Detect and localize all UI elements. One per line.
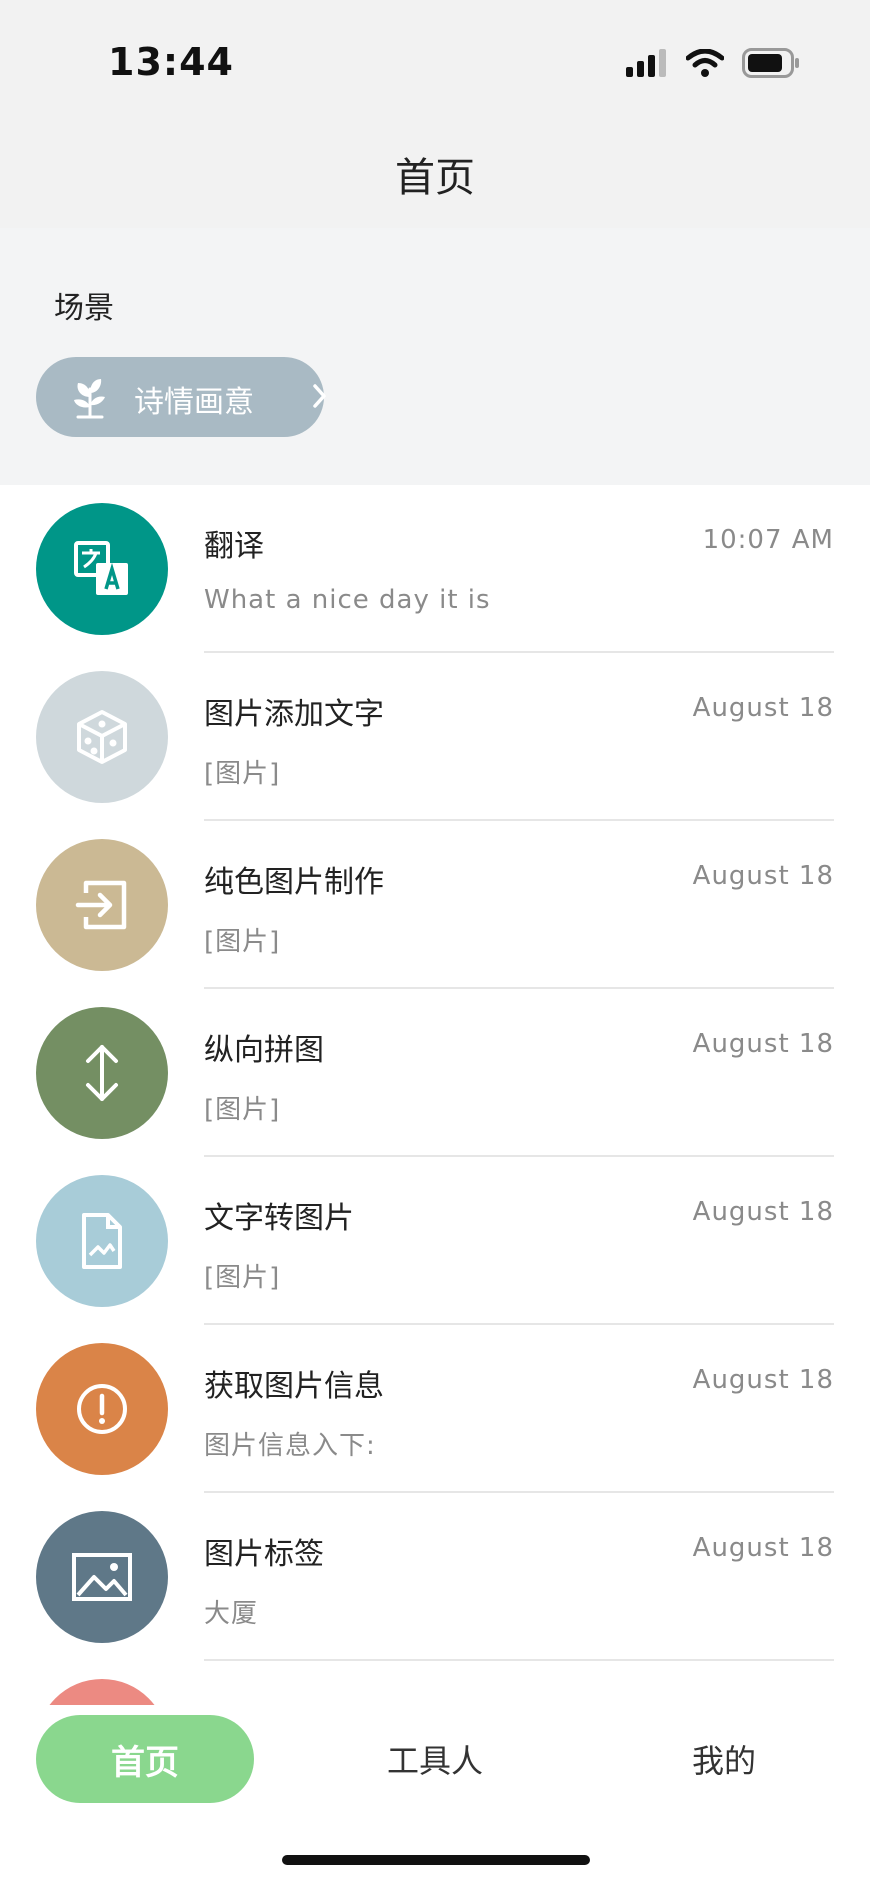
image-file-icon [82,1213,122,1269]
home-indicator [282,1855,590,1865]
list-item-title: 文字转图片 [204,1201,354,1236]
list-item-time: 10:07 AM [702,525,834,555]
page-title: 首页 [395,155,475,201]
scene-label: 场景 [54,291,114,326]
list-item-time: August 18 [692,861,834,891]
list-item-time: August 18 [692,1365,834,1395]
status-bar: 13:44 [0,0,870,120]
list-item-title: 图片添加文字 [204,697,384,732]
avatar [36,839,168,971]
scene-chip-label: 诗情画意 [134,385,254,420]
list-item-subtitle: 大厦 [204,1599,259,1629]
list-item-subtitle: 图片信息入下: [204,1431,376,1461]
wifi-icon [686,49,724,77]
battery-icon [742,48,799,78]
list-item-time: August 18 [692,1533,834,1563]
list-item-vertical-puzzle[interactable]: 纵向拼图 August 18 [图片] [0,989,870,1157]
translate-icon [74,541,128,595]
tab-mine[interactable]: 我的 [634,1715,814,1803]
vertical-arrows-icon [86,1045,118,1101]
list-item-subtitle: [图片] [204,759,281,789]
list-item-translate[interactable]: 翻译 10:07 AM What a nice day it is [0,485,870,653]
signal-icon [626,49,666,77]
avatar [36,1175,168,1307]
list-item-time: August 18 [692,693,834,723]
list-item-solid-color[interactable]: 纯色图片制作 August 18 [图片] [0,821,870,989]
tab-tools[interactable]: 工具人 [345,1715,525,1803]
avatar [36,1007,168,1139]
list-item-time: August 18 [692,1029,834,1059]
list-item-title: 获取图片信息 [204,1369,384,1404]
nav-bar: 首页 [0,120,870,228]
list-item-time: August 18 [692,1197,834,1227]
chevron-right-icon [313,384,326,408]
scene-section: 场景 诗情画意 [0,228,870,485]
avatar [36,1343,168,1475]
status-icons [626,48,800,78]
avatar [36,503,168,635]
list-item-subtitle: [图片] [204,927,281,957]
tab-home[interactable]: 首页 [36,1715,254,1803]
list-item-subtitle: [图片] [204,1263,281,1293]
list-item-subtitle: What a nice day it is [204,585,491,615]
list-item-title: 图片标签 [204,1537,324,1572]
login-icon [75,880,127,930]
list-item-image-tags[interactable]: 图片标签 August 18 大厦 [0,1493,870,1661]
list-item-add-text[interactable]: 图片添加文字 August 18 [图片] [0,653,870,821]
leaf-sprout-icon [74,379,105,419]
list-item-partial[interactable] [0,1661,870,1705]
list-item-title: 翻译 [204,529,264,564]
list-item-subtitle: [图片] [204,1095,281,1125]
avatar [36,1511,168,1643]
image-icon [72,1553,132,1601]
dice-icon [77,710,127,764]
avatar [36,1679,168,1705]
status-time: 13:44 [108,40,234,84]
alert-circle-icon [77,1384,127,1434]
conversation-list: 翻译 10:07 AM What a nice day it is 图片添加文字… [0,485,870,1705]
avatar [36,671,168,803]
list-item-title: 纵向拼图 [204,1033,324,1068]
list-item-title: 纯色图片制作 [204,865,384,900]
list-item-text-to-image[interactable]: 文字转图片 August 18 [图片] [0,1157,870,1325]
scene-chip-poetry[interactable]: 诗情画意 [36,357,326,437]
list-item-image-info[interactable]: 获取图片信息 August 18 图片信息入下: [0,1325,870,1493]
